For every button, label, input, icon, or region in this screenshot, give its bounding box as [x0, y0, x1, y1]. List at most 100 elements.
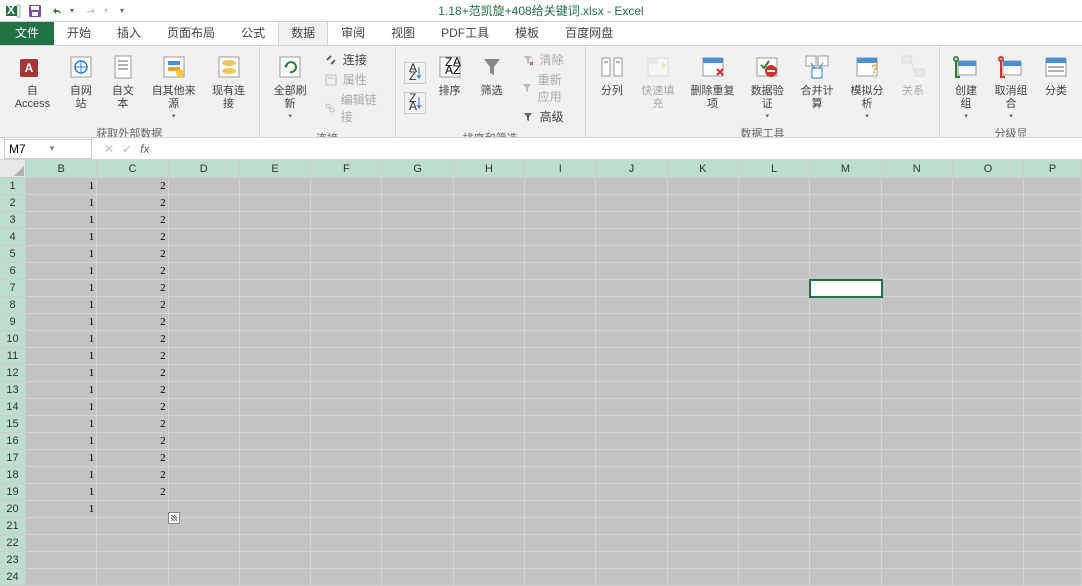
from-web-button[interactable]: 自网站: [61, 48, 101, 123]
cell-B6[interactable]: 1: [26, 263, 97, 280]
cell-B11[interactable]: 1: [26, 348, 97, 365]
cell-P21[interactable]: [1024, 518, 1082, 535]
cell-G13[interactable]: [382, 382, 453, 399]
cell-K4[interactable]: [668, 229, 739, 246]
excel-icon[interactable]: X: [4, 2, 22, 20]
cell-L18[interactable]: [739, 467, 810, 484]
cell-H19[interactable]: [454, 484, 525, 501]
cell-C12[interactable]: 2: [97, 365, 168, 382]
select-all-button[interactable]: [0, 160, 26, 178]
cell-H21[interactable]: [454, 518, 525, 535]
cell-I16[interactable]: [525, 433, 596, 450]
sort-asc-icon[interactable]: AZ: [404, 62, 426, 84]
cell-J20[interactable]: [596, 501, 667, 518]
cell-F21[interactable]: [311, 518, 382, 535]
cell-G12[interactable]: [382, 365, 453, 382]
cell-I8[interactable]: [525, 297, 596, 314]
cell-H10[interactable]: [454, 331, 525, 348]
chevron-down-icon[interactable]: ▼: [48, 144, 87, 153]
cell-N1[interactable]: [882, 178, 953, 195]
cell-F3[interactable]: [311, 212, 382, 229]
text-to-columns-button[interactable]: 分列: [592, 48, 632, 123]
cell-E8[interactable]: [240, 297, 311, 314]
cell-N15[interactable]: [882, 416, 953, 433]
cell-L4[interactable]: [739, 229, 810, 246]
cell-M12[interactable]: [810, 365, 881, 382]
cell-G23[interactable]: [382, 552, 453, 569]
from-other-button[interactable]: 自其他来源▾: [145, 48, 203, 123]
cell-I19[interactable]: [525, 484, 596, 501]
cell-C8[interactable]: 2: [97, 297, 168, 314]
from-access-button[interactable]: A自 Access: [6, 48, 59, 123]
cell-D1[interactable]: [169, 178, 240, 195]
cell-L19[interactable]: [739, 484, 810, 501]
cell-O8[interactable]: [953, 297, 1024, 314]
cell-K17[interactable]: [668, 450, 739, 467]
cell-B1[interactable]: 1: [26, 178, 97, 195]
cell-H6[interactable]: [454, 263, 525, 280]
cell-H22[interactable]: [454, 535, 525, 552]
column-header-L[interactable]: L: [739, 160, 810, 178]
cell-O21[interactable]: [953, 518, 1024, 535]
cell-E11[interactable]: [240, 348, 311, 365]
cell-I20[interactable]: [525, 501, 596, 518]
tab-review[interactable]: 审阅: [328, 19, 378, 45]
cell-I18[interactable]: [525, 467, 596, 484]
cell-N17[interactable]: [882, 450, 953, 467]
cell-E13[interactable]: [240, 382, 311, 399]
cell-G19[interactable]: [382, 484, 453, 501]
cell-J24[interactable]: [596, 569, 667, 586]
cell-K3[interactable]: [668, 212, 739, 229]
tab-file[interactable]: 文件: [0, 19, 54, 45]
row-header-1[interactable]: 1: [0, 178, 26, 195]
column-header-H[interactable]: H: [454, 160, 525, 178]
cell-L13[interactable]: [739, 382, 810, 399]
cell-O17[interactable]: [953, 450, 1024, 467]
cell-F5[interactable]: [311, 246, 382, 263]
row-header-14[interactable]: 14: [0, 399, 26, 416]
cell-G21[interactable]: [382, 518, 453, 535]
row-header-8[interactable]: 8: [0, 297, 26, 314]
cell-L23[interactable]: [739, 552, 810, 569]
cell-J2[interactable]: [596, 195, 667, 212]
group-button[interactable]: 创建组▾: [946, 48, 986, 123]
cell-O9[interactable]: [953, 314, 1024, 331]
tab-data[interactable]: 数据: [278, 19, 328, 45]
cell-N11[interactable]: [882, 348, 953, 365]
row-header-6[interactable]: 6: [0, 263, 26, 280]
tab-pdf[interactable]: PDF工具: [428, 19, 502, 45]
cell-P14[interactable]: [1024, 399, 1082, 416]
cell-P6[interactable]: [1024, 263, 1082, 280]
cell-O2[interactable]: [953, 195, 1024, 212]
cell-O18[interactable]: [953, 467, 1024, 484]
connections-button[interactable]: 连接: [319, 50, 387, 69]
column-header-B[interactable]: B: [26, 160, 97, 178]
cell-C19[interactable]: 2: [97, 484, 168, 501]
cell-F10[interactable]: [311, 331, 382, 348]
cell-D4[interactable]: [169, 229, 240, 246]
cell-D22[interactable]: [169, 535, 240, 552]
cell-J16[interactable]: [596, 433, 667, 450]
cell-L24[interactable]: [739, 569, 810, 586]
cell-N3[interactable]: [882, 212, 953, 229]
cell-D8[interactable]: [169, 297, 240, 314]
cell-B4[interactable]: 1: [26, 229, 97, 246]
cell-G10[interactable]: [382, 331, 453, 348]
cell-G20[interactable]: [382, 501, 453, 518]
cell-D11[interactable]: [169, 348, 240, 365]
from-text-button[interactable]: 自文本: [103, 48, 143, 123]
cell-O24[interactable]: [953, 569, 1024, 586]
subtotal-button[interactable]: 分类: [1036, 48, 1076, 123]
cell-J8[interactable]: [596, 297, 667, 314]
cell-P7[interactable]: [1024, 280, 1082, 297]
cell-D14[interactable]: [169, 399, 240, 416]
cell-B21[interactable]: [26, 518, 97, 535]
cell-N4[interactable]: [882, 229, 953, 246]
advanced-filter-button[interactable]: 高级: [516, 107, 577, 126]
cell-H12[interactable]: [454, 365, 525, 382]
cell-L1[interactable]: [739, 178, 810, 195]
row-header-7[interactable]: 7: [0, 280, 26, 297]
row-header-18[interactable]: 18: [0, 467, 26, 484]
cell-N19[interactable]: [882, 484, 953, 501]
cell-G8[interactable]: [382, 297, 453, 314]
